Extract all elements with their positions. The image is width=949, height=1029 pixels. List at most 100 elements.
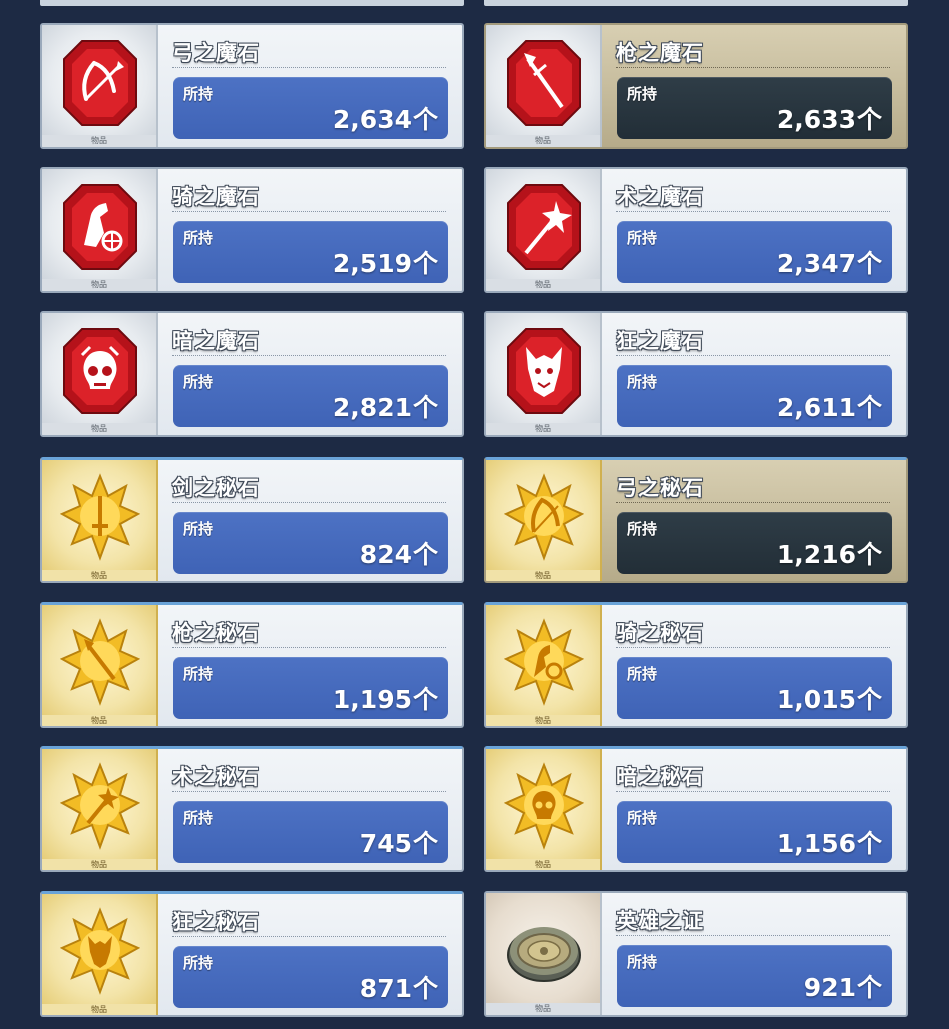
divider [172, 647, 446, 648]
held-label: 所持 [627, 665, 658, 683]
item-card[interactable]: 物品 狂之秘石 所持 871个 [40, 891, 464, 1017]
held-count: 2,611个 [777, 388, 882, 424]
held-label: 所持 [627, 953, 658, 971]
item-category-label: 物品 [486, 135, 600, 147]
held-count: 2,821个 [333, 388, 438, 424]
item-card[interactable]: 物品 枪之秘石 所持 1,195个 [40, 602, 464, 728]
held-count: 2,519个 [333, 244, 438, 280]
item-category-label: 物品 [42, 1004, 156, 1015]
item-category-label: 物品 [42, 859, 156, 870]
divider [616, 791, 890, 792]
held-count-box: 所持 2,634个 [173, 77, 448, 139]
assassin-secret-gem-icon [504, 762, 584, 850]
item-card[interactable]: 物品 骑之魔石 所持 2,519个 [40, 167, 464, 293]
item-thumbnail: 物品 [42, 749, 158, 870]
item-name: 术之秘石 [172, 765, 260, 789]
item-card[interactable]: 物品 英雄之证 所持 921个 [484, 891, 908, 1017]
count-unit: 个 [412, 393, 438, 422]
count-unit: 个 [856, 829, 882, 858]
held-number: 1,015 [776, 685, 856, 714]
held-label: 所持 [627, 520, 658, 538]
rider-secret-gem-icon [504, 618, 584, 706]
item-card[interactable]: 物品 剑之秘石 所持 824个 [40, 457, 464, 583]
item-card-selected[interactable]: 物品 枪之魔石 所持 2,633个 [484, 23, 908, 149]
held-count-box: 所持 2,519个 [173, 221, 448, 283]
held-count: 2,347个 [777, 244, 882, 280]
item-card-selected[interactable]: 物品 弓之秘石 所持 1,216个 [484, 457, 908, 583]
divider [172, 67, 446, 68]
divider [172, 936, 446, 937]
held-count: 1,195个 [333, 680, 438, 716]
held-count-box: 所持 2,347个 [617, 221, 892, 283]
item-name: 英雄之证 [616, 909, 704, 933]
item-category-label: 物品 [486, 423, 600, 435]
count-unit: 个 [412, 540, 438, 569]
item-thumbnail: 物品 [42, 25, 158, 147]
item-card[interactable]: 物品 狂之魔石 所持 2,611个 [484, 311, 908, 437]
held-number: 2,611 [776, 393, 856, 422]
held-count: 2,634个 [333, 100, 438, 136]
divider [616, 935, 890, 936]
item-card[interactable]: 物品 骑之秘石 所持 1,015个 [484, 602, 908, 728]
held-count: 1,216个 [777, 535, 882, 571]
held-count-box: 所持 1,156个 [617, 801, 892, 863]
caster-magic-gem-icon [507, 184, 581, 270]
divider [616, 211, 890, 212]
held-label: 所持 [627, 229, 658, 247]
item-name: 狂之秘石 [172, 910, 260, 934]
item-thumbnail: 物品 [486, 893, 602, 1015]
item-category-label: 物品 [42, 423, 156, 435]
item-thumbnail: 物品 [42, 313, 158, 435]
divider [172, 211, 446, 212]
divider [616, 67, 890, 68]
item-name: 骑之秘石 [616, 621, 704, 645]
item-category-label: 物品 [486, 1003, 600, 1015]
held-label: 所持 [183, 520, 214, 538]
berserker-secret-gem-icon [60, 907, 140, 995]
item-name: 枪之魔石 [616, 41, 704, 65]
item-category-label: 物品 [486, 859, 600, 870]
count-unit: 个 [856, 973, 882, 1002]
held-label: 所持 [627, 809, 658, 827]
held-count: 824个 [360, 535, 438, 571]
item-category-label: 物品 [486, 279, 600, 291]
divider [616, 355, 890, 356]
held-number: 2,821 [332, 393, 412, 422]
item-card[interactable]: 物品 弓之魔石 所持 2,634个 [40, 23, 464, 149]
divider [172, 502, 446, 503]
item-category-label: 物品 [42, 715, 156, 726]
divider [172, 355, 446, 356]
held-count-box: 所持 1,015个 [617, 657, 892, 719]
item-card[interactable]: 物品 暗之魔石 所持 2,821个 [40, 311, 464, 437]
held-number: 1,216 [776, 540, 856, 569]
count-unit: 个 [856, 540, 882, 569]
held-label: 所持 [183, 954, 214, 972]
held-count: 1,156个 [777, 824, 882, 860]
held-number: 2,519 [332, 249, 412, 278]
item-thumbnail: 物品 [486, 749, 602, 870]
berserker-magic-gem-icon [507, 328, 581, 414]
knight-magic-gem-icon [63, 184, 137, 270]
held-label: 所持 [183, 809, 214, 827]
item-card[interactable]: 物品 暗之秘石 所持 1,156个 [484, 746, 908, 872]
item-thumbnail: 物品 [42, 894, 158, 1015]
item-name: 弓之魔石 [172, 41, 260, 65]
item-card[interactable]: 物品 术之秘石 所持 745个 [40, 746, 464, 872]
caster-secret-gem-icon [60, 762, 140, 850]
held-count: 745个 [360, 824, 438, 860]
assassin-magic-gem-icon [63, 328, 137, 414]
held-number: 871 [359, 974, 412, 1003]
item-thumbnail: 物品 [42, 605, 158, 726]
held-count: 1,015个 [777, 680, 882, 716]
partial-card-above-right [484, 0, 908, 6]
bow-magic-gem-icon [63, 40, 137, 126]
item-card[interactable]: 物品 术之魔石 所持 2,347个 [484, 167, 908, 293]
item-name: 骑之魔石 [172, 185, 260, 209]
item-category-label: 物品 [486, 715, 600, 726]
item-name: 术之魔石 [616, 185, 704, 209]
held-number: 2,634 [332, 105, 412, 134]
item-thumbnail: 物品 [486, 460, 602, 581]
held-label: 所持 [627, 85, 658, 103]
item-name: 枪之秘石 [172, 621, 260, 645]
item-thumbnail: 物品 [42, 460, 158, 581]
